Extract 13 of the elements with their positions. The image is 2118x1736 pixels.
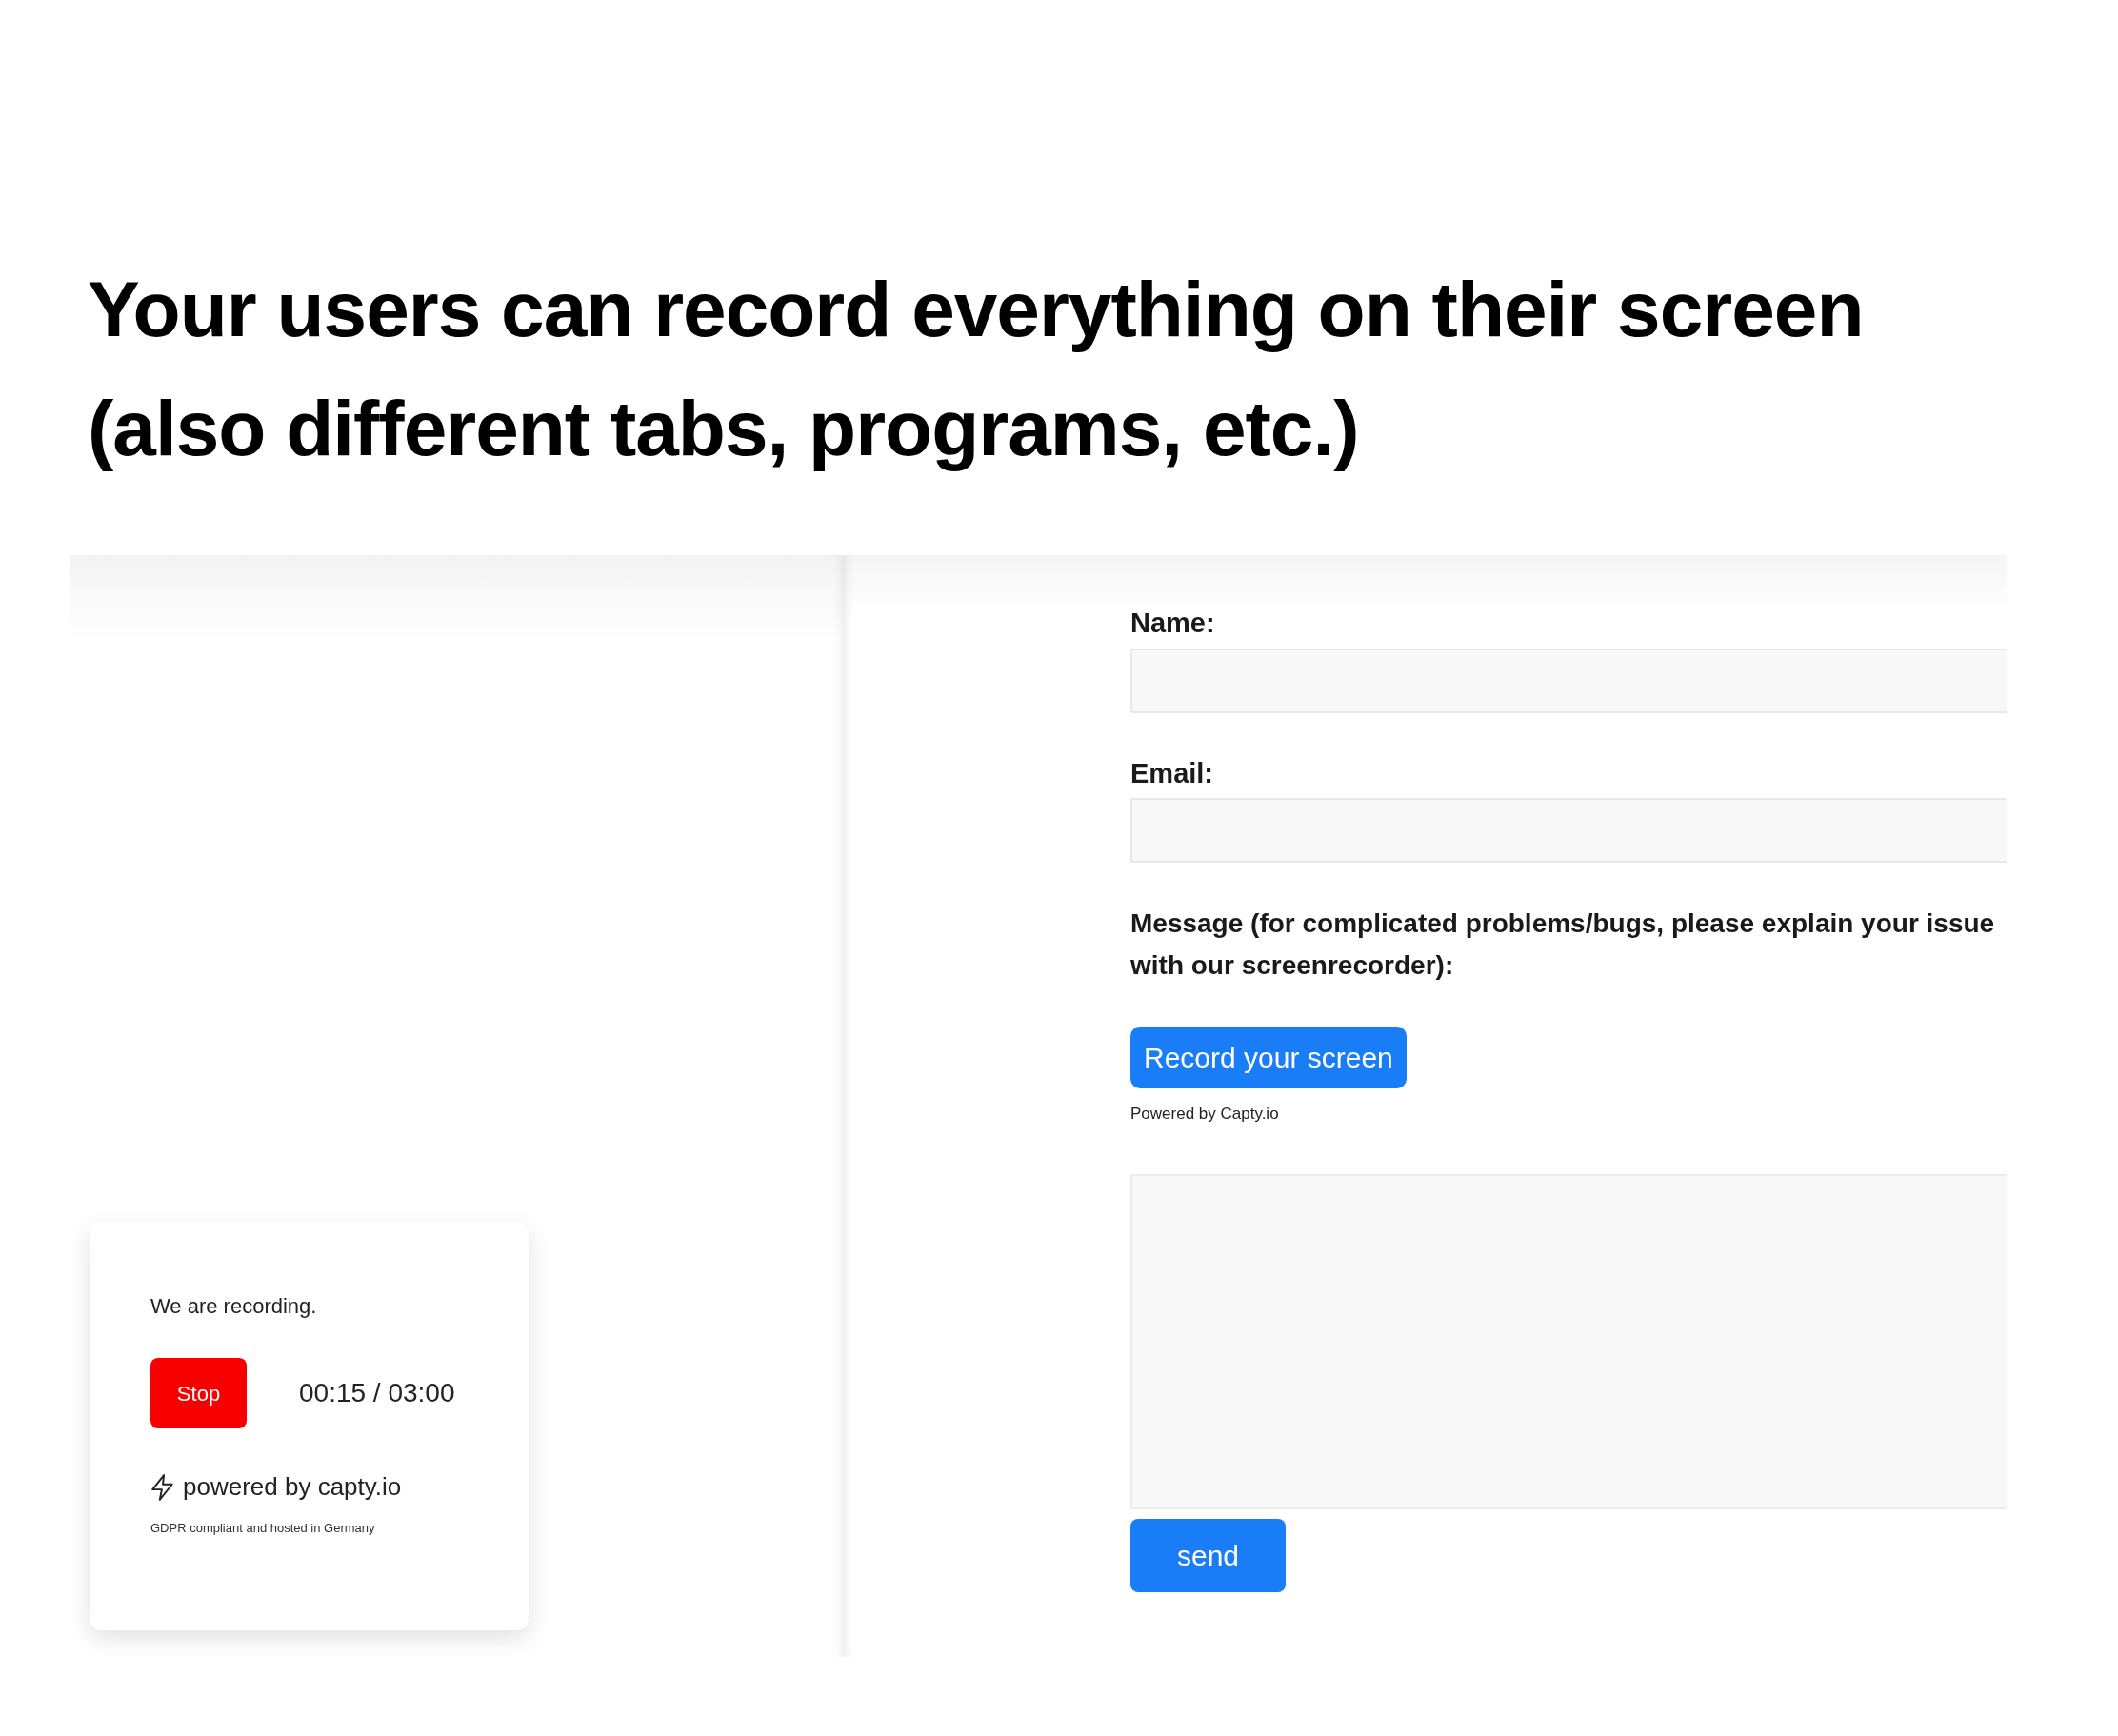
send-button[interactable]: send bbox=[1130, 1518, 1286, 1592]
field-label: Message (for complicated problems/bugs, please explain your issue with our screenrecorder): bbox=[1130, 908, 1996, 982]
powered-by-text: Powered by Capty.io bbox=[1130, 1104, 1280, 1125]
lightning-icon bbox=[150, 1473, 175, 1501]
timer: 00:15 / 03:00 bbox=[299, 1377, 455, 1409]
field-label: Email: bbox=[1130, 756, 1215, 790]
recording-status: We are recording. bbox=[150, 1293, 318, 1320]
powered-by-text: powered by capty.io bbox=[183, 1471, 402, 1503]
compliance-note: GDPR compliant and hosted in Germany bbox=[150, 1520, 376, 1537]
headline: Your users can record everything on their screen (also different tabs, programs, etc.) bbox=[88, 265, 1865, 473]
field-label: Name: bbox=[1130, 607, 1216, 640]
record-button[interactable]: Record your screen bbox=[1130, 1027, 1407, 1088]
stop-button[interactable]: Stop bbox=[150, 1358, 247, 1428]
